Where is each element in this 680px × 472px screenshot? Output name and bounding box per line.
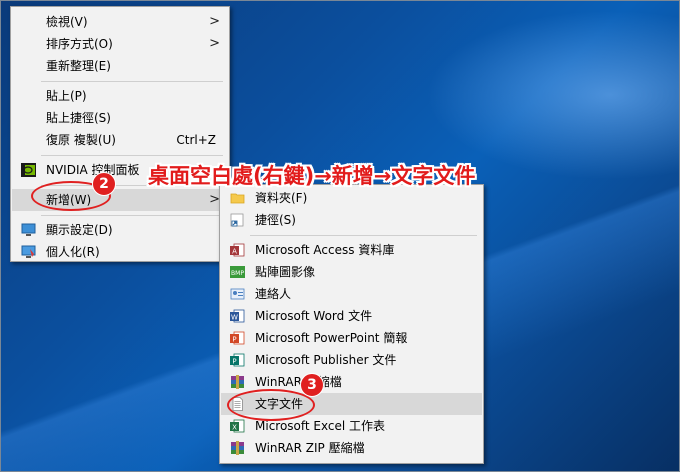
submenu-item-label: Microsoft Access 資料庫 <box>255 243 395 257</box>
menu-item-label: 重新整理(E) <box>46 59 111 73</box>
svg-text:P: P <box>232 358 236 366</box>
submenu-item-label: Microsoft PowerPoint 簡報 <box>255 331 408 345</box>
submenu-item-powerpoint[interactable]: P Microsoft PowerPoint 簡報 <box>221 327 482 349</box>
menu-item-label: 貼上(P) <box>46 89 87 103</box>
submenu-item-label: 點陣圖影像 <box>255 265 316 279</box>
submenu-item-label: 捷徑(S) <box>255 213 296 227</box>
menu-item-paste-shortcut[interactable]: 貼上捷徑(S) <box>12 107 228 129</box>
submenu-item-contact[interactable]: 連絡人 <box>221 283 482 305</box>
menu-item-refresh[interactable]: 重新整理(E) <box>12 55 228 77</box>
submenu-item-label: WinRAR ZIP 壓縮檔 <box>255 441 365 455</box>
menu-separator <box>41 81 223 82</box>
svg-text:BMP: BMP <box>231 270 244 277</box>
contact-icon <box>230 288 245 300</box>
submenu-item-access[interactable]: A Microsoft Access 資料庫 <box>221 239 482 261</box>
bitmap-icon: BMP <box>230 266 245 278</box>
svg-text:A: A <box>232 248 237 256</box>
menu-item-label: 檢視(V) <box>46 15 88 29</box>
submenu-item-label: Microsoft Publisher 文件 <box>255 353 397 367</box>
submenu-item-label: 資料夾(F) <box>255 191 308 205</box>
submenu-item-shortcut[interactable]: 捷徑(S) <box>221 209 482 231</box>
powerpoint-icon: P <box>230 331 245 345</box>
menu-separator <box>41 215 223 216</box>
word-icon: W <box>230 309 245 323</box>
menu-item-personalize[interactable]: 個人化(R) <box>12 241 228 263</box>
menu-item-sort-by[interactable]: 排序方式(O) > <box>12 33 228 55</box>
excel-icon: X <box>230 419 245 433</box>
submenu-item-label: 連絡人 <box>255 287 292 301</box>
access-icon: A <box>230 243 245 257</box>
submenu-item-bitmap[interactable]: BMP 點陣圖影像 <box>221 261 482 283</box>
submenu-item-label: Microsoft Word 文件 <box>255 309 373 323</box>
menu-item-label: 貼上捷徑(S) <box>46 111 111 125</box>
menu-item-label: 復原 複製(U) <box>46 133 116 147</box>
folder-icon <box>230 193 245 204</box>
display-icon <box>21 223 36 236</box>
menu-item-undo-copy[interactable]: 復原 複製(U) Ctrl+Z <box>12 129 228 151</box>
winrar-icon <box>231 375 244 389</box>
menu-item-label: 顯示設定(D) <box>46 223 113 237</box>
submenu-item-folder[interactable]: 資料夾(F) <box>221 187 482 209</box>
menu-item-display-settings[interactable]: 顯示設定(D) <box>12 219 228 241</box>
menu-separator <box>250 235 477 236</box>
svg-text:P: P <box>232 336 236 344</box>
menu-item-label: 個人化(R) <box>46 245 100 259</box>
svg-text:W: W <box>231 314 238 322</box>
desktop-context-menu: 檢視(V) > 排序方式(O) > 重新整理(E) 貼上(P) 貼上捷徑(S) … <box>10 6 230 262</box>
personalize-icon <box>21 245 36 258</box>
new-submenu: 資料夾(F) 捷徑(S) A Microsoft Access 資料庫 BMP … <box>219 184 484 464</box>
menu-item-view[interactable]: 檢視(V) > <box>12 11 228 33</box>
step-badge-3: 3 <box>300 373 324 397</box>
submenu-item-word[interactable]: W Microsoft Word 文件 <box>221 305 482 327</box>
svg-text:X: X <box>232 424 237 432</box>
submenu-item-winrar-zip[interactable]: WinRAR ZIP 壓縮檔 <box>221 437 482 459</box>
nvidia-icon <box>21 163 36 177</box>
winrar-zip-icon <box>231 441 244 455</box>
chevron-right-icon: > <box>209 36 220 51</box>
highlight-ring-text-document <box>227 389 315 421</box>
step-badge-2: 2 <box>92 172 116 196</box>
shortcut-icon <box>230 213 244 227</box>
menu-item-paste[interactable]: 貼上(P) <box>12 85 228 107</box>
menu-item-label: 排序方式(O) <box>46 37 113 51</box>
chevron-right-icon: > <box>209 14 220 29</box>
menu-item-shortcut: Ctrl+Z <box>176 133 216 147</box>
menu-separator <box>41 155 223 156</box>
publisher-icon: P <box>230 353 245 367</box>
submenu-item-publisher[interactable]: P Microsoft Publisher 文件 <box>221 349 482 371</box>
instruction-caption: 桌面空白處(右鍵)→新增→文字文件 <box>148 164 476 188</box>
